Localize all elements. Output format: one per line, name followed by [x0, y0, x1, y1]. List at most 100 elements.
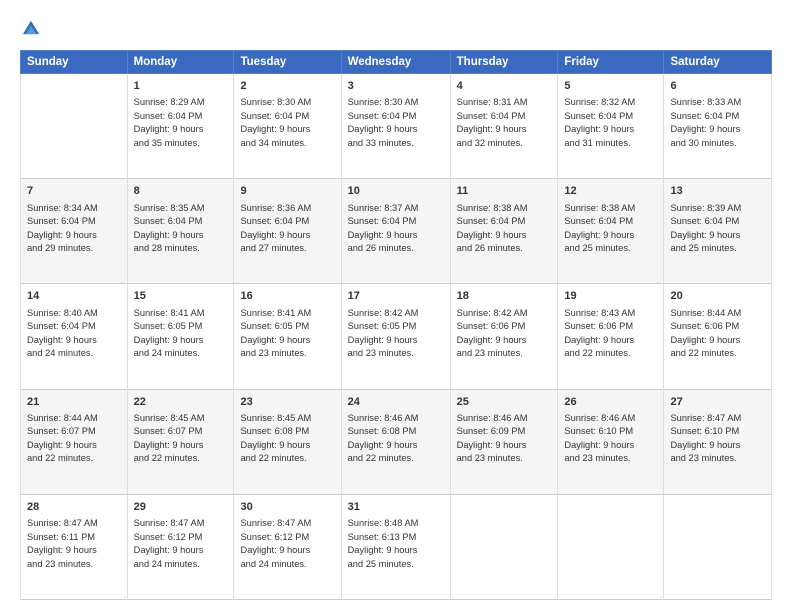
- day-number: 17: [348, 289, 444, 304]
- cell-info: Sunrise: 8:29 AM Sunset: 6:04 PM Dayligh…: [134, 96, 228, 150]
- day-number: 18: [457, 289, 552, 304]
- cell-info: Sunrise: 8:31 AM Sunset: 6:04 PM Dayligh…: [457, 96, 552, 150]
- cell-info: Sunrise: 8:42 AM Sunset: 6:06 PM Dayligh…: [457, 307, 552, 361]
- cell-info: Sunrise: 8:37 AM Sunset: 6:04 PM Dayligh…: [348, 202, 444, 256]
- calendar-body: 1 Sunrise: 8:29 AM Sunset: 6:04 PM Daylig…: [21, 74, 772, 600]
- calendar-cell: 24 Sunrise: 8:46 AM Sunset: 6:08 PM Dayli…: [341, 389, 450, 494]
- cell-info: Sunrise: 8:44 AM Sunset: 6:07 PM Dayligh…: [27, 412, 121, 466]
- day-number: 30: [240, 500, 334, 515]
- day-number: 11: [457, 184, 552, 199]
- calendar-cell: 3Sunrise: 8:30 AM Sunset: 6:04 PM Daylig…: [341, 74, 450, 179]
- header-cell-thursday: Thursday: [450, 51, 558, 74]
- calendar-cell: [21, 74, 128, 179]
- calendar-cell: 18 Sunrise: 8:42 AM Sunset: 6:06 PM Dayli…: [450, 284, 558, 389]
- day-number: 27: [670, 395, 765, 410]
- day-number: 29: [134, 500, 228, 515]
- day-number: 9: [240, 184, 334, 199]
- calendar-cell: 27 Sunrise: 8:47 AM Sunset: 6:10 PM Dayli…: [664, 389, 772, 494]
- calendar-cell: 30 Sunrise: 8:47 AM Sunset: 6:12 PM Dayli…: [234, 494, 341, 599]
- calendar-cell: 20 Sunrise: 8:44 AM Sunset: 6:06 PM Dayli…: [664, 284, 772, 389]
- day-number: 2: [240, 79, 334, 94]
- calendar-cell: 6 Sunrise: 8:33 AM Sunset: 6:04 PM Daylig…: [664, 74, 772, 179]
- calendar-cell: 4 Sunrise: 8:31 AM Sunset: 6:04 PM Daylig…: [450, 74, 558, 179]
- day-number: 5: [564, 79, 657, 94]
- week-row-2: 14Sunrise: 8:40 AM Sunset: 6:04 PM Dayli…: [21, 284, 772, 389]
- cell-info: Sunrise: 8:47 AM Sunset: 6:11 PM Dayligh…: [27, 517, 121, 571]
- day-number: 15: [134, 289, 228, 304]
- day-number: 10: [348, 184, 444, 199]
- calendar-table: SundayMondayTuesdayWednesdayThursdayFrid…: [20, 50, 772, 600]
- cell-info: Sunrise: 8:42 AM Sunset: 6:05 PM Dayligh…: [348, 307, 444, 361]
- calendar-cell: 5 Sunrise: 8:32 AM Sunset: 6:04 PM Daylig…: [558, 74, 664, 179]
- calendar-cell: 11 Sunrise: 8:38 AM Sunset: 6:04 PM Dayli…: [450, 179, 558, 284]
- calendar-cell: 9 Sunrise: 8:36 AM Sunset: 6:04 PM Daylig…: [234, 179, 341, 284]
- day-number: 23: [240, 395, 334, 410]
- cell-info: Sunrise: 8:48 AM Sunset: 6:13 PM Dayligh…: [348, 517, 444, 571]
- cell-info: Sunrise: 8:39 AM Sunset: 6:04 PM Dayligh…: [670, 202, 765, 256]
- calendar-cell: 19Sunrise: 8:43 AM Sunset: 6:06 PM Dayli…: [558, 284, 664, 389]
- calendar-cell: 31 Sunrise: 8:48 AM Sunset: 6:13 PM Dayli…: [341, 494, 450, 599]
- cell-info: Sunrise: 8:44 AM Sunset: 6:06 PM Dayligh…: [670, 307, 765, 361]
- header: [20, 18, 772, 40]
- day-number: 1: [134, 79, 228, 94]
- day-number: 3: [348, 79, 444, 94]
- day-number: 13: [670, 184, 765, 199]
- cell-info: Sunrise: 8:41 AM Sunset: 6:05 PM Dayligh…: [134, 307, 228, 361]
- cell-info: Sunrise: 8:41 AM Sunset: 6:05 PM Dayligh…: [240, 307, 334, 361]
- calendar-cell: 21 Sunrise: 8:44 AM Sunset: 6:07 PM Dayli…: [21, 389, 128, 494]
- header-cell-sunday: Sunday: [21, 51, 128, 74]
- cell-info: Sunrise: 8:47 AM Sunset: 6:10 PM Dayligh…: [670, 412, 765, 466]
- week-row-1: 7 Sunrise: 8:34 AM Sunset: 6:04 PM Daylig…: [21, 179, 772, 284]
- calendar-cell: 29 Sunrise: 8:47 AM Sunset: 6:12 PM Dayli…: [127, 494, 234, 599]
- day-number: 20: [670, 289, 765, 304]
- calendar-cell: [664, 494, 772, 599]
- calendar-cell: 23Sunrise: 8:45 AM Sunset: 6:08 PM Dayli…: [234, 389, 341, 494]
- logo-icon: [20, 18, 42, 40]
- cell-info: Sunrise: 8:38 AM Sunset: 6:04 PM Dayligh…: [564, 202, 657, 256]
- week-row-3: 21 Sunrise: 8:44 AM Sunset: 6:07 PM Dayli…: [21, 389, 772, 494]
- cell-info: Sunrise: 8:33 AM Sunset: 6:04 PM Dayligh…: [670, 96, 765, 150]
- day-number: 26: [564, 395, 657, 410]
- calendar-cell: 12 Sunrise: 8:38 AM Sunset: 6:04 PM Dayli…: [558, 179, 664, 284]
- header-cell-friday: Friday: [558, 51, 664, 74]
- cell-info: Sunrise: 8:36 AM Sunset: 6:04 PM Dayligh…: [240, 202, 334, 256]
- calendar-cell: [558, 494, 664, 599]
- cell-info: Sunrise: 8:46 AM Sunset: 6:09 PM Dayligh…: [457, 412, 552, 466]
- week-row-0: 1 Sunrise: 8:29 AM Sunset: 6:04 PM Daylig…: [21, 74, 772, 179]
- header-cell-wednesday: Wednesday: [341, 51, 450, 74]
- week-row-4: 28 Sunrise: 8:47 AM Sunset: 6:11 PM Dayli…: [21, 494, 772, 599]
- cell-info: Sunrise: 8:35 AM Sunset: 6:04 PM Dayligh…: [134, 202, 228, 256]
- header-cell-saturday: Saturday: [664, 51, 772, 74]
- calendar-cell: 17 Sunrise: 8:42 AM Sunset: 6:05 PM Dayli…: [341, 284, 450, 389]
- cell-info: Sunrise: 8:32 AM Sunset: 6:04 PM Dayligh…: [564, 96, 657, 150]
- cell-info: Sunrise: 8:47 AM Sunset: 6:12 PM Dayligh…: [240, 517, 334, 571]
- cell-info: Sunrise: 8:34 AM Sunset: 6:04 PM Dayligh…: [27, 202, 121, 256]
- cell-info: Sunrise: 8:46 AM Sunset: 6:08 PM Dayligh…: [348, 412, 444, 466]
- calendar-cell: 15 Sunrise: 8:41 AM Sunset: 6:05 PM Dayli…: [127, 284, 234, 389]
- day-number: 6: [670, 79, 765, 94]
- calendar-cell: 16 Sunrise: 8:41 AM Sunset: 6:05 PM Dayli…: [234, 284, 341, 389]
- calendar-cell: 14Sunrise: 8:40 AM Sunset: 6:04 PM Dayli…: [21, 284, 128, 389]
- day-number: 4: [457, 79, 552, 94]
- day-number: 24: [348, 395, 444, 410]
- cell-info: Sunrise: 8:47 AM Sunset: 6:12 PM Dayligh…: [134, 517, 228, 571]
- logo: [20, 18, 46, 40]
- day-number: 8: [134, 184, 228, 199]
- day-number: 12: [564, 184, 657, 199]
- cell-info: Sunrise: 8:45 AM Sunset: 6:07 PM Dayligh…: [134, 412, 228, 466]
- day-number: 14: [27, 289, 121, 304]
- calendar-cell: 13 Sunrise: 8:39 AM Sunset: 6:04 PM Dayli…: [664, 179, 772, 284]
- day-number: 25: [457, 395, 552, 410]
- calendar-cell: 8 Sunrise: 8:35 AM Sunset: 6:04 PM Daylig…: [127, 179, 234, 284]
- calendar-cell: 25 Sunrise: 8:46 AM Sunset: 6:09 PM Dayli…: [450, 389, 558, 494]
- day-number: 16: [240, 289, 334, 304]
- cell-info: Sunrise: 8:38 AM Sunset: 6:04 PM Dayligh…: [457, 202, 552, 256]
- cell-info: Sunrise: 8:46 AM Sunset: 6:10 PM Dayligh…: [564, 412, 657, 466]
- day-number: 28: [27, 500, 121, 515]
- calendar-cell: 1 Sunrise: 8:29 AM Sunset: 6:04 PM Daylig…: [127, 74, 234, 179]
- day-number: 19: [564, 289, 657, 304]
- day-number: 21: [27, 395, 121, 410]
- header-cell-monday: Monday: [127, 51, 234, 74]
- day-number: 7: [27, 184, 121, 199]
- day-number: 31: [348, 500, 444, 515]
